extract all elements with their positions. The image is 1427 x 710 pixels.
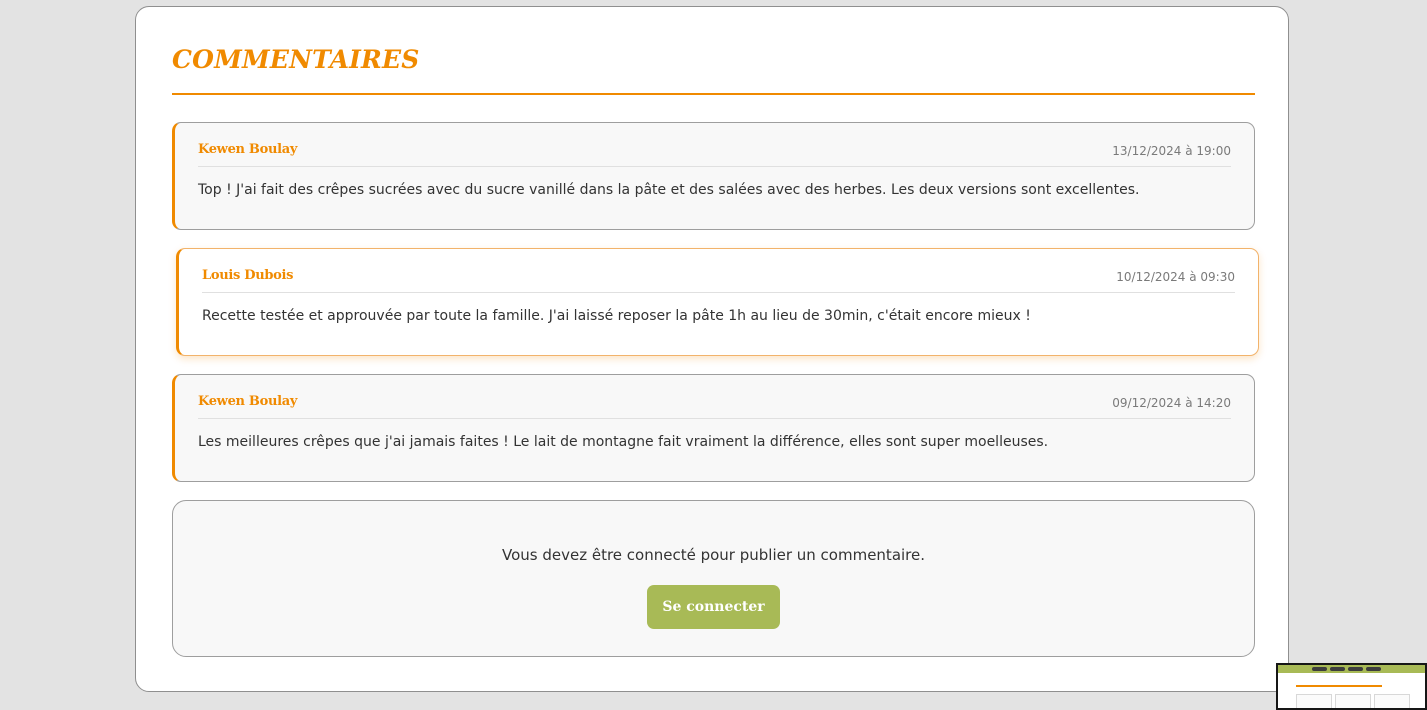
- comment-date: 13/12/2024 à 19:00: [1112, 144, 1231, 158]
- preview-nav-pill: [1366, 667, 1381, 671]
- preview-nav-pill: [1330, 667, 1345, 671]
- preview-title-line: [1296, 685, 1382, 687]
- page-preview-thumbnail[interactable]: [1276, 663, 1427, 710]
- section-title: Commentaires: [172, 45, 420, 74]
- title-divider: [172, 93, 1255, 95]
- comment-text: Top ! J'ai fait des crêpes sucrées avec …: [198, 182, 1140, 198]
- login-button[interactable]: Se connecter: [647, 585, 780, 629]
- preview-card: [1296, 694, 1332, 708]
- comment-author: Kewen Boulay: [198, 142, 298, 157]
- comment-text: Les meilleures crêpes que j'ai jamais fa…: [198, 434, 1049, 450]
- comment-header: Louis Dubois 10/12/2024 à 09:30: [202, 266, 1235, 293]
- preview-nav-pill: [1312, 667, 1327, 671]
- comment-card: Louis Dubois 10/12/2024 à 09:30 Recette …: [176, 248, 1259, 356]
- comment-author: Kewen Boulay: [198, 394, 298, 409]
- login-required-message: Vous devez être connecté pour publier un…: [501, 546, 926, 564]
- preview-header-bar: [1278, 665, 1425, 673]
- preview-card: [1374, 694, 1410, 708]
- login-required-panel: Vous devez être connecté pour publier un…: [172, 500, 1255, 657]
- comment-card: Kewen Boulay 09/12/2024 à 14:20 Les meil…: [172, 374, 1255, 482]
- comment-author: Louis Dubois: [202, 268, 294, 283]
- comment-header: Kewen Boulay 09/12/2024 à 14:20: [198, 392, 1231, 419]
- comment-text: Recette testée et approuvée par toute la…: [202, 308, 1031, 324]
- comments-card: Commentaires Kewen Boulay 13/12/2024 à 1…: [135, 6, 1289, 692]
- comment-card: Kewen Boulay 13/12/2024 à 19:00 Top ! J'…: [172, 122, 1255, 230]
- comment-date: 09/12/2024 à 14:20: [1112, 396, 1231, 410]
- comment-header: Kewen Boulay 13/12/2024 à 19:00: [198, 140, 1231, 167]
- viewport: Commentaires Kewen Boulay 13/12/2024 à 1…: [0, 0, 1427, 710]
- comment-date: 10/12/2024 à 09:30: [1116, 270, 1235, 284]
- preview-card: [1335, 694, 1371, 708]
- preview-nav-pill: [1348, 667, 1363, 671]
